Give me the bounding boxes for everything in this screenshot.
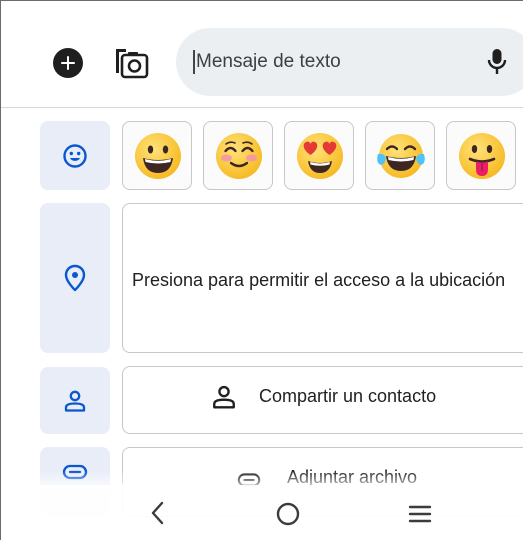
compose-bar: Mensaje de texto [1,1,523,108]
emoji-grinning-face[interactable] [122,121,192,190]
emoji-tears-of-joy-face[interactable] [365,121,435,190]
add-circle-icon[interactable] [53,48,83,78]
location-pin-icon [64,264,86,292]
emoji-heart-eyes-face[interactable] [284,121,354,190]
grinning-face-icon [135,133,181,179]
message-input[interactable]: Mensaje de texto [176,28,523,96]
camera-icon[interactable] [112,45,150,81]
share-contact-button[interactable]: Compartir un contacto [122,366,523,434]
person-icon [213,385,235,409]
person-icon [64,390,86,412]
tongue-out-face-icon [459,133,505,179]
tears-of-joy-face-icon [377,134,425,178]
location-access-label: Presiona para permitir el acceso a la ub… [132,270,506,290]
microphone-icon[interactable] [485,47,509,77]
home-circle-icon[interactable] [275,501,301,527]
share-contact-label: Compartir un contacto [259,386,437,406]
system-nav-bar [1,485,523,540]
emoji-tongue-out-face[interactable] [446,121,516,190]
heart-eyes-face-icon [297,133,343,179]
menu-lines-icon[interactable] [407,503,433,525]
tab-contact[interactable] [40,367,110,434]
tab-emoji[interactable] [40,121,110,190]
smiling-blushing-face-icon [216,133,262,179]
location-access-card[interactable]: Presiona para permitir el acceso a la ub… [122,203,523,353]
tab-location[interactable] [40,203,110,353]
text-cursor [193,50,195,74]
messages-attachment-screen: Mensaje de texto Presiona para permitir … [0,0,523,540]
smiley-icon [63,143,87,168]
message-input-placeholder: Mensaje de texto [196,51,341,72]
back-chevron-icon[interactable] [147,500,169,526]
emoji-smiling-face-blushing[interactable] [203,121,273,190]
